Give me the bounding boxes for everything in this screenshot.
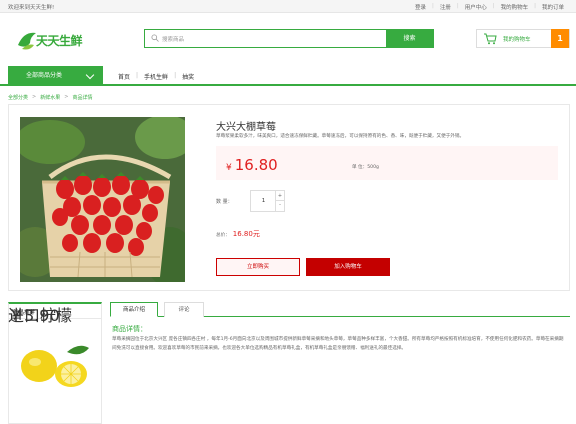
lemon-image[interactable] — [19, 334, 95, 389]
product-price: ¥ 16.80 — [226, 156, 278, 174]
all-categories-label: 全部商品分类 — [26, 72, 63, 79]
product-name: 大兴大棚草莓 — [216, 122, 276, 133]
tab-comments[interactable]: 评论 — [164, 302, 204, 317]
nav-item-home[interactable]: 首页 — [118, 72, 130, 81]
top-bar: 欢迎来到天天生鲜! 登录 | 注册 | 用户中心 | 我的购物车 | 我的订单 — [0, 0, 576, 13]
my-orders-link[interactable]: 我的订单 — [542, 3, 564, 11]
detail-tabs: 商品介绍 评论 — [110, 302, 570, 317]
detail-title: 商品详情： — [112, 325, 147, 333]
breadcrumb-separator: > — [64, 94, 69, 100]
cart-button[interactable]: 我的购物车 1 — [476, 29, 570, 48]
logo-text[interactable]: 天天生鲜 — [36, 32, 83, 49]
total-price: 总价： 16.80元 — [216, 229, 260, 239]
shopping-cart-icon — [484, 33, 497, 45]
total-amount: 16.80元 — [232, 230, 260, 238]
product-image — [20, 117, 185, 282]
main-nav: 全部商品分类 首页 | 手机生鲜 | 抽奖 — [0, 66, 576, 86]
search-button[interactable]: 搜索 — [386, 30, 433, 47]
quantity-label: 数 量： — [216, 199, 233, 205]
top-links: 登录 | 注册 | 用户中心 | 我的购物车 | 我的订单 — [409, 3, 564, 11]
quantity-input[interactable]: 1 — [251, 191, 276, 211]
cart-label: 我的购物车 — [503, 37, 531, 43]
chevron-down-icon — [85, 70, 95, 80]
currency-symbol: ¥ — [226, 163, 232, 173]
breadcrumb-detail: 商品详情 — [72, 95, 93, 101]
search-input[interactable]: 搜索商品 — [162, 35, 184, 43]
divider: | — [174, 72, 177, 79]
divider: | — [492, 3, 495, 9]
breadcrumb: 全部分类 > 新鲜水果 > 商品详情 — [8, 94, 96, 101]
unit-label: 单 位：500g — [352, 165, 379, 170]
breadcrumb-fruits[interactable]: 新鲜水果 — [40, 94, 60, 101]
breadcrumb-all[interactable]: 全部分类 — [8, 94, 28, 101]
login-link[interactable]: 登录 — [415, 3, 426, 11]
divider: | — [534, 3, 536, 9]
sidebar-item-price: ￥3.90 — [8, 306, 60, 325]
decrement-button[interactable]: - — [275, 201, 284, 211]
nav-item-lottery[interactable]: 抽奖 — [182, 72, 194, 81]
total-label: 总价： — [216, 233, 230, 238]
nav-item-mobile-fresh[interactable]: 手机生鲜 — [144, 72, 168, 81]
quantity-stepper[interactable]: 1 + - — [250, 190, 285, 212]
increment-button[interactable]: + — [275, 191, 284, 201]
detail-text: 草莓采摘园位于北京大兴区 庞各庄镇四各庄村 ，每年1月-6月面向北京以及周围城市… — [112, 337, 564, 351]
buy-now-button[interactable]: 立即购买 — [216, 258, 300, 276]
search-bar[interactable]: 搜索商品 搜索 — [144, 29, 434, 48]
price-value: 16.80 — [234, 156, 278, 174]
divider: | — [136, 72, 139, 79]
my-cart-link[interactable]: 我的购物车 — [501, 3, 529, 11]
divider: | — [456, 3, 459, 9]
user-center-link[interactable]: 用户中心 — [465, 3, 487, 11]
all-categories-button[interactable]: 全部商品分类 — [8, 66, 103, 86]
nav-items: 首页 | 手机生鲜 | 抽奖 — [118, 72, 200, 81]
breadcrumb-separator: > — [32, 94, 37, 100]
cart-count-badge: 1 — [551, 29, 569, 48]
welcome-text: 欢迎来到天天生鲜! — [8, 5, 55, 11]
search-icon — [151, 34, 159, 42]
divider: | — [432, 3, 434, 9]
product-description: 草莓浆果柔软多汁，味美爽口，适合速冻保鲜贮藏。草莓速冻后，可以保持原有的色、香、… — [216, 134, 465, 139]
add-to-cart-button[interactable]: 加入购物车 — [306, 258, 390, 276]
tab-product-intro[interactable]: 商品介绍 — [110, 302, 158, 317]
register-link[interactable]: 注册 — [440, 3, 451, 11]
